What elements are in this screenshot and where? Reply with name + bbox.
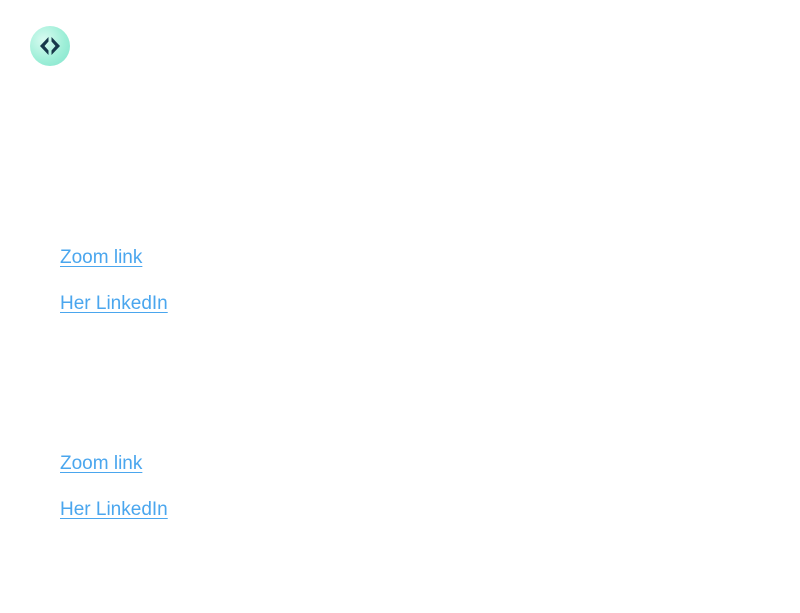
diamond-arrows-icon <box>40 37 60 55</box>
linkedin-link[interactable]: Her LinkedIn <box>60 292 168 316</box>
links-section-1: Zoom link Her LinkedIn <box>60 246 168 316</box>
zoom-link[interactable]: Zoom link <box>60 452 168 476</box>
links-section-2: Zoom link Her LinkedIn <box>60 452 168 522</box>
page: Zoom link Her LinkedIn Zoom link Her Lin… <box>0 0 800 613</box>
logo[interactable] <box>30 26 70 66</box>
linkedin-link[interactable]: Her LinkedIn <box>60 498 168 522</box>
zoom-link[interactable]: Zoom link <box>60 246 168 270</box>
